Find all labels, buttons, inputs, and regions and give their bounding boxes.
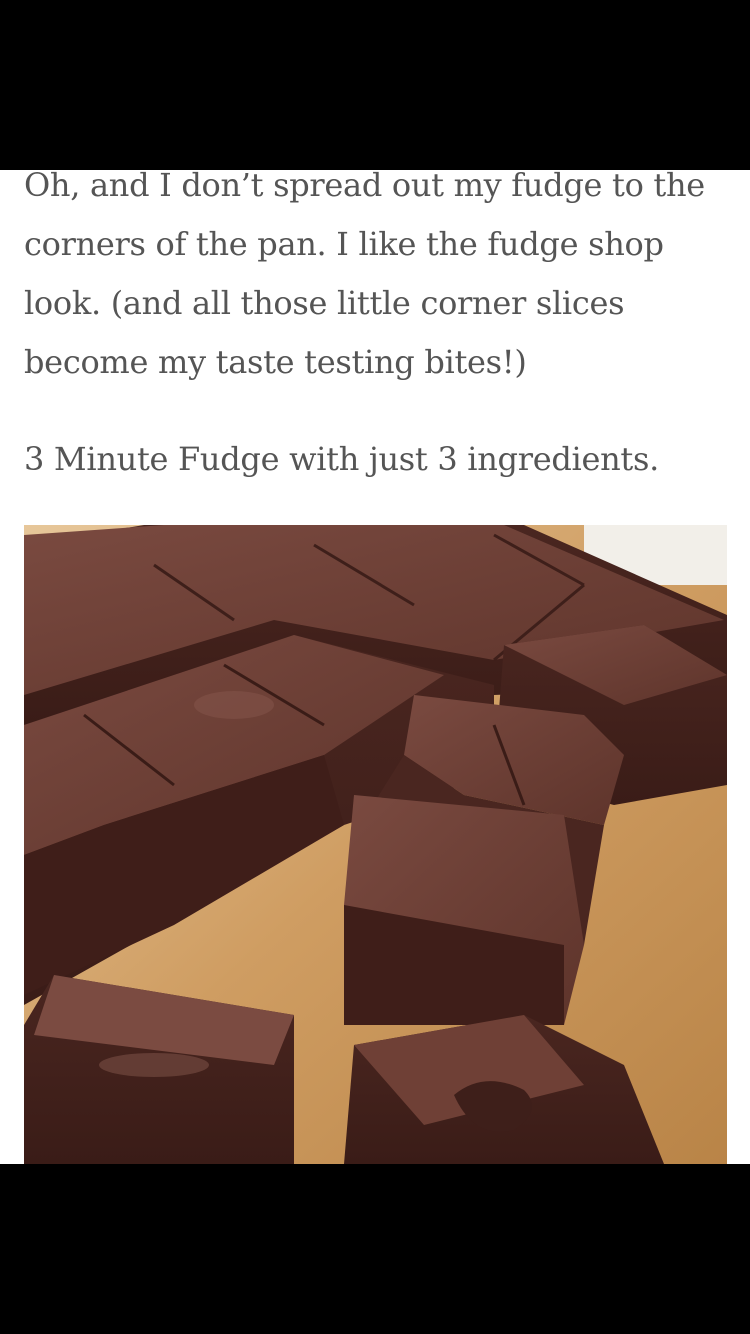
article-content: Oh, and I don’t spread out my fudge to t… xyxy=(0,170,750,1164)
fudge-photo xyxy=(24,525,727,1164)
top-letterbox xyxy=(0,0,750,170)
article-paragraph: Oh, and I don’t spread out my fudge to t… xyxy=(24,170,705,381)
fudge-photo-illustration xyxy=(24,525,727,1164)
article-caption: 3 Minute Fudge with just 3 ingredients. xyxy=(24,440,659,478)
bottom-letterbox xyxy=(0,1164,750,1334)
